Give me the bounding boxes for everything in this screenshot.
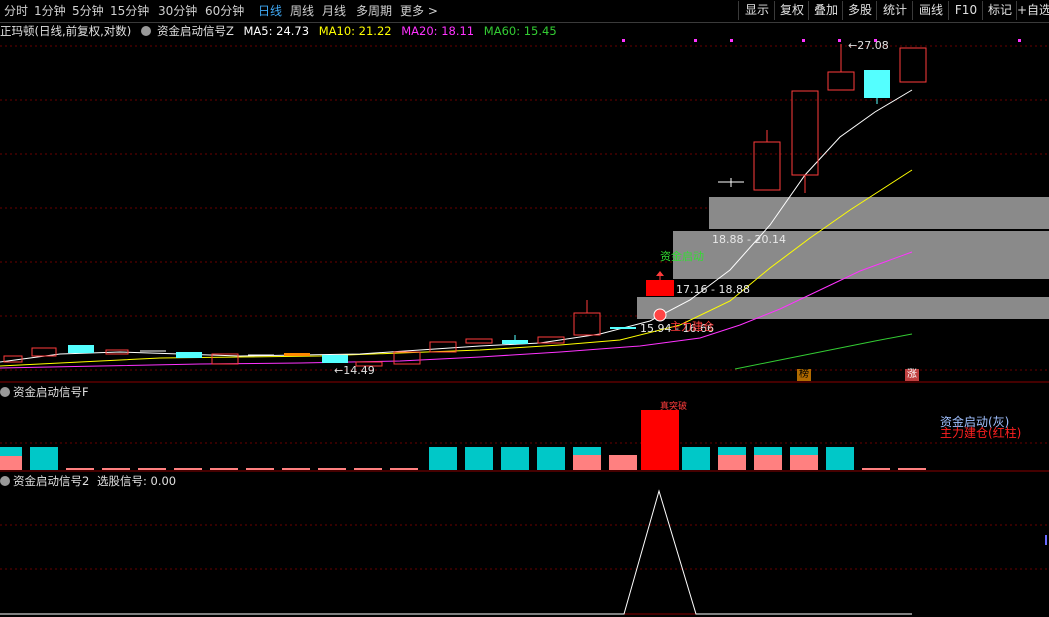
display-button[interactable]: 显示 [738,1,775,20]
main-grid [0,45,1049,570]
start-signal-label: 资金启动 [660,250,704,263]
ma5-line [0,89,913,363]
tab-fenshi[interactable]: 分时 [4,2,28,20]
ma5-value: MA5: 24.73 [243,24,310,38]
zone-box-1 [709,197,1049,229]
sub2-header: 资金启动信号2 选股信号: 0.00 [0,473,176,489]
overlay-button[interactable]: 叠加 [808,1,843,20]
ma60-line [734,333,913,370]
sub2-signal-line [0,489,912,615]
ma20-line [0,251,913,369]
indicator-name: 资金启动信号Z [156,24,234,38]
sub2-title: 资金启动信号2 [13,474,90,488]
sub1-title: 资金启动信号F [13,385,89,399]
main-indicator-info: 正玛顿(日线,前复权,对数) 资金启动信号Z MA5: 24.73 MA10: … [0,23,563,39]
tab-30min[interactable]: 30分钟 [158,2,197,20]
settings-icon[interactable] [140,26,151,36]
tab-more[interactable]: 更多 > [400,2,438,20]
ma60-value: MA60: 15.45 [483,24,557,38]
top-marker-dots [622,39,1021,42]
sub1-bars [0,410,926,470]
ma20-value: MA20: 18.11 [401,24,475,38]
sub2-settings-icon[interactable] [0,476,10,486]
kline-chart [0,39,1049,615]
breakout-label: 真突破 [660,402,688,412]
circle-signal-label: 主力建仓 [670,320,714,333]
high-price-label: ←27.08 [848,39,889,52]
tab-15min[interactable]: 15分钟 [110,2,149,20]
legend-red: 主力建仓(红柱) [940,426,1022,440]
zone-box-3 [637,297,1049,319]
multi-stock-button[interactable]: 多股 [842,1,877,20]
rise-tag[interactable]: 涨 [905,369,919,381]
sub1-settings-icon[interactable] [0,387,10,397]
low-price-label: ←14.49 [334,364,375,377]
zone-label-2: 17.16 - 18.88 [676,283,750,296]
statistics-button[interactable]: 统计 [876,1,913,20]
restore-right-button[interactable]: 复权 [774,1,809,20]
period-toolbar: 分时 1分钟 5分钟 15分钟 30分钟 60分钟 日线 周线 月线 多周期 更… [0,0,1049,23]
zone-label-1: 18.88 - 20.14 [712,233,786,246]
tab-5min[interactable]: 5分钟 [72,2,104,20]
sub2-value: 选股信号: 0.00 [96,474,177,488]
stock-title: 正玛顿(日线,前复权,对数) [0,24,132,38]
draw-line-button[interactable]: 画线 [912,1,949,20]
ma10-value: MA10: 21.22 [318,24,392,38]
sub1-header: 资金启动信号F [0,384,89,400]
up-arrow-icon [656,271,664,276]
f10-button[interactable]: F10 [948,1,983,20]
tab-multi-period[interactable]: 多周期 [356,2,392,20]
add-watchlist-button[interactable]: +自选 [1016,1,1049,20]
rank-tag[interactable]: 榜 [797,369,811,381]
tab-monthly[interactable]: 月线 [322,2,346,20]
tab-daily[interactable]: 日线 [258,2,282,20]
candles [3,44,927,367]
tab-1min[interactable]: 1分钟 [34,2,66,20]
mark-button[interactable]: 标记 [982,1,1017,20]
ma10-line [0,169,913,367]
tab-weekly[interactable]: 周线 [290,2,314,20]
signal-circle-icon [653,308,667,322]
tab-60min[interactable]: 60分钟 [205,2,244,20]
